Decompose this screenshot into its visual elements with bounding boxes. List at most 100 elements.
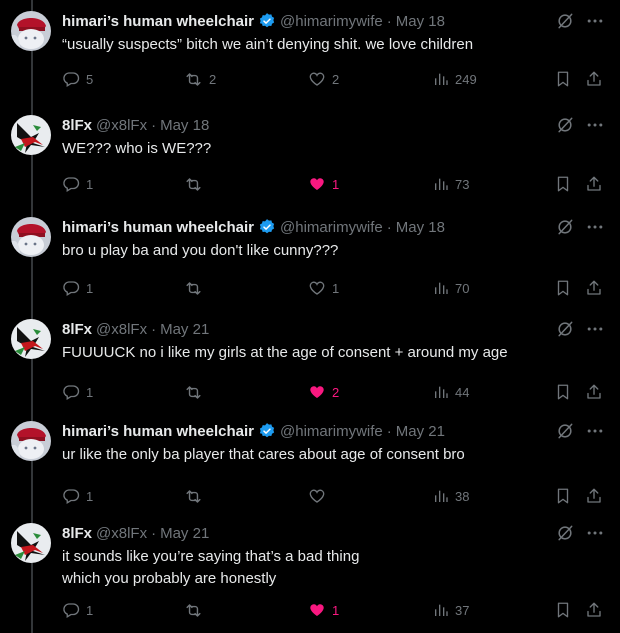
bookmark-button[interactable]	[554, 600, 572, 620]
avatar[interactable]	[11, 421, 51, 461]
more-icon[interactable]	[584, 318, 606, 340]
grok-icon[interactable]	[554, 216, 576, 238]
author-name[interactable]: 8lFx	[62, 525, 92, 542]
reply-button[interactable]: 1	[62, 174, 93, 194]
views-count: 249	[455, 71, 477, 87]
heart-icon	[308, 601, 326, 619]
like-button[interactable]: 2	[308, 382, 339, 402]
views-count: 37	[455, 602, 470, 618]
bookmark-icon	[554, 70, 572, 88]
repost-button[interactable]	[184, 278, 209, 298]
bookmark-icon	[554, 601, 572, 619]
post-header: 8lFx @x8lFx · May 21	[62, 523, 209, 543]
author-handle[interactable]: @himarimywife	[280, 219, 383, 236]
more-icon[interactable]	[584, 216, 606, 238]
views-count: 44	[455, 384, 470, 400]
bookmark-button[interactable]	[554, 382, 572, 402]
separator-dot: ·	[386, 12, 392, 30]
share-icon	[585, 383, 603, 401]
post-timestamp[interactable]: May 21	[396, 423, 445, 440]
share-button[interactable]	[585, 600, 603, 620]
author-handle[interactable]: @himarimywife	[280, 423, 383, 440]
post-actions: 1 38	[62, 486, 612, 506]
post-top-actions	[546, 216, 606, 238]
grok-icon[interactable]	[554, 420, 576, 442]
like-button[interactable]: 1	[308, 174, 339, 194]
avatar[interactable]	[11, 115, 51, 155]
reply-button[interactable]: 1	[62, 600, 93, 620]
share-button[interactable]	[585, 174, 603, 194]
author-handle[interactable]: @x8lFx	[96, 117, 147, 134]
views-button[interactable]: 44	[433, 382, 469, 402]
share-button[interactable]	[585, 486, 603, 506]
repost-button[interactable]	[184, 486, 209, 506]
repost-button[interactable]	[184, 382, 209, 402]
reply-button[interactable]: 1	[62, 486, 93, 506]
post-top-actions	[546, 114, 606, 136]
reply-post[interactable]: 8lFx @x8lFx · May 18 WE??? who is WE??? 1 1 73	[0, 104, 620, 206]
post-header: himari’s human wheelchair @himarimywife · M…	[62, 11, 445, 31]
grok-icon[interactable]	[554, 114, 576, 136]
post-timestamp[interactable]: May 18	[160, 117, 209, 134]
avatar[interactable]	[11, 11, 51, 51]
bookmark-icon	[554, 175, 572, 193]
post-timestamp[interactable]: May 18	[396, 13, 445, 30]
more-icon[interactable]	[584, 522, 606, 544]
more-icon[interactable]	[584, 114, 606, 136]
views-button[interactable]: 73	[433, 174, 469, 194]
views-button[interactable]: 70	[433, 278, 469, 298]
bookmark-button[interactable]	[554, 174, 572, 194]
views-button[interactable]: 249	[433, 69, 477, 89]
like-button[interactable]: 2	[308, 69, 339, 89]
avatar[interactable]	[11, 523, 51, 563]
bookmark-button[interactable]	[554, 278, 572, 298]
reply-icon	[62, 383, 80, 401]
views-icon	[433, 488, 449, 504]
heart-icon	[308, 279, 326, 297]
post-timestamp[interactable]: May 21	[160, 525, 209, 542]
views-button[interactable]: 38	[433, 486, 469, 506]
avatar[interactable]	[11, 319, 51, 359]
repost-icon	[184, 279, 203, 298]
reply-post[interactable]: himari’s human wheelchair @himarimywife · M…	[0, 410, 620, 512]
reply-button[interactable]: 1	[62, 278, 93, 298]
like-button[interactable]: 1	[308, 600, 339, 620]
author-name[interactable]: himari’s human wheelchair	[62, 423, 254, 440]
reply-post[interactable]: 8lFx @x8lFx · May 21 it sounds like you’re s…	[0, 512, 620, 633]
reply-icon	[62, 279, 80, 297]
author-name[interactable]: 8lFx	[62, 321, 92, 338]
reply-post[interactable]: himari’s human wheelchair @himarimywife · M…	[0, 206, 620, 308]
views-button[interactable]: 37	[433, 600, 469, 620]
reply-button[interactable]: 5	[62, 69, 93, 89]
repost-button[interactable]	[184, 600, 209, 620]
reply-post[interactable]: himari’s human wheelchair @himarimywife · M…	[0, 0, 620, 104]
grok-icon[interactable]	[554, 10, 576, 32]
avatar[interactable]	[11, 217, 51, 257]
like-button[interactable]: 1	[308, 278, 339, 298]
share-button[interactable]	[585, 382, 603, 402]
bookmark-button[interactable]	[554, 69, 572, 89]
author-name[interactable]: 8lFx	[62, 117, 92, 134]
author-name[interactable]: himari’s human wheelchair	[62, 219, 254, 236]
grok-icon[interactable]	[554, 318, 576, 340]
post-timestamp[interactable]: May 21	[160, 321, 209, 338]
author-handle[interactable]: @x8lFx	[96, 525, 147, 542]
share-button[interactable]	[585, 278, 603, 298]
more-icon[interactable]	[584, 420, 606, 442]
share-button[interactable]	[585, 69, 603, 89]
repost-button[interactable]	[184, 174, 209, 194]
author-handle[interactable]: @himarimywife	[280, 13, 383, 30]
reply-button[interactable]: 1	[62, 382, 93, 402]
more-icon[interactable]	[584, 10, 606, 32]
like-button[interactable]	[308, 486, 332, 506]
views-icon	[433, 176, 449, 192]
reply-post[interactable]: 8lFx @x8lFx · May 21 FUUUUCK no i like my gi…	[0, 308, 620, 410]
author-name[interactable]: himari’s human wheelchair	[62, 13, 254, 30]
grok-icon[interactable]	[554, 522, 576, 544]
share-icon	[585, 279, 603, 297]
post-text: bro u play ba and you don't like cunny??…	[62, 242, 339, 259]
author-handle[interactable]: @x8lFx	[96, 321, 147, 338]
repost-button[interactable]: 2	[184, 69, 216, 89]
bookmark-button[interactable]	[554, 486, 572, 506]
post-timestamp[interactable]: May 18	[396, 219, 445, 236]
